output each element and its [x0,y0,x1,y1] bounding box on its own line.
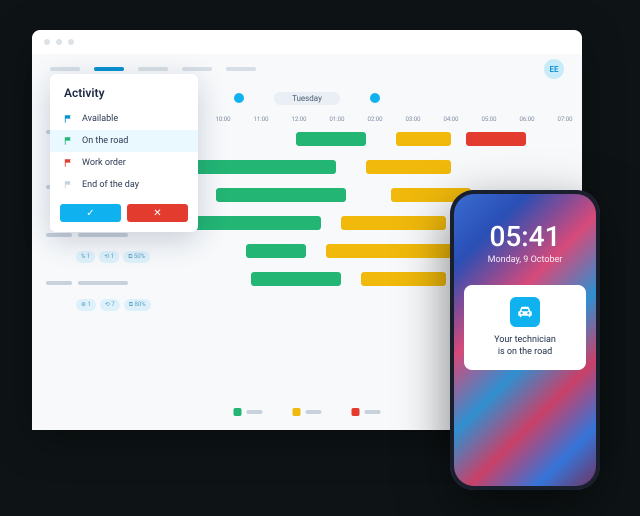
notif-line1: Your technician [474,335,576,347]
prev-day-button[interactable] [234,93,244,103]
gantt-bar[interactable] [246,244,306,258]
gantt-bar[interactable] [251,272,341,286]
next-day-button[interactable] [370,93,380,103]
lock-date: Monday, 9 October [464,255,586,265]
day-label: Tuesday [274,92,340,105]
gantt-bar[interactable] [366,160,451,174]
notification-card[interactable]: Your technician is on the road [464,285,586,370]
metric-pills: % 1⟲ 1⧉ 50% [46,251,156,263]
cancel-button[interactable]: ✕ [127,204,188,222]
nav-item[interactable] [50,67,80,71]
flag-icon [64,136,74,146]
hour-label: 02:00 [358,116,392,123]
gantt-bar[interactable] [216,188,346,202]
legend [234,408,381,416]
hour-label: 10:00 [206,116,240,123]
nav-item[interactable] [138,67,168,71]
activity-option[interactable]: End of the day [50,174,198,196]
gantt-bar[interactable] [361,272,446,286]
hour-label: 04:00 [434,116,468,123]
nav-item[interactable] [226,67,256,71]
hour-label: 06:00 [510,116,544,123]
activity-option[interactable]: Work order [50,152,198,174]
gantt-bar[interactable] [341,216,446,230]
notif-line2: is on the road [474,347,576,359]
flag-icon [64,180,74,190]
resource-row[interactable] [46,271,156,295]
metric-pills: ⊕ 1⟲ 7⧉ 80% [46,299,156,311]
phone-mockup: 05:41 Monday, 9 October Your technician … [450,190,600,490]
hour-label: 01:00 [320,116,354,123]
hour-label: 03:00 [396,116,430,123]
avatar[interactable]: EE [544,59,564,79]
activity-option[interactable]: Available [50,108,198,130]
gantt-bar[interactable] [191,216,321,230]
gantt-bar[interactable] [396,132,451,146]
flag-icon [64,158,74,168]
hour-label: 07:00 [548,116,582,123]
popup-title: Activity [50,86,198,108]
nav-item[interactable] [182,67,212,71]
gantt-bar[interactable] [466,132,526,146]
confirm-button[interactable]: ✓ [60,204,121,222]
hour-label: 12:00 [282,116,316,123]
hour-label: 05:00 [472,116,506,123]
activity-popup: Activity AvailableOn the roadWork orderE… [50,74,198,232]
car-icon [510,297,540,327]
activity-option[interactable]: On the road [50,130,198,152]
gantt-bar[interactable] [296,132,366,146]
lock-time: 05:41 [464,220,586,253]
titlebar [32,30,582,54]
gantt-bar[interactable] [186,160,336,174]
hour-label: 11:00 [244,116,278,123]
flag-icon [64,114,74,124]
nav-item-active[interactable] [94,67,124,71]
